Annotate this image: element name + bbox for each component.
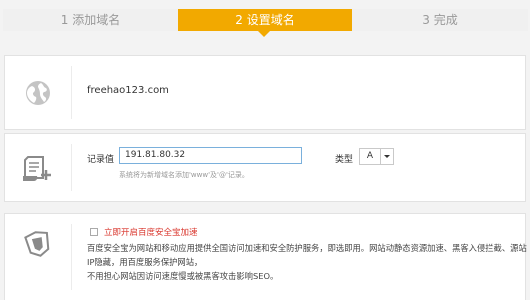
domain-card: freehao123.com bbox=[4, 55, 526, 130]
step-1: 1 添加域名 bbox=[3, 9, 178, 31]
step-3: 3 完成 bbox=[352, 9, 528, 31]
type-label: 类型 bbox=[335, 155, 354, 165]
shield-icon bbox=[5, 214, 71, 274]
description-line: 不用担心网站因访问速度慢或被黑客攻击影响SEO。 bbox=[87, 271, 279, 281]
record-type-value: A bbox=[366, 151, 374, 161]
record-card: 记录值 191.81.80.32 系统将为新增域名添加'www'及'@'记录。 … bbox=[4, 133, 526, 202]
description-line: 百度安全宝为网站和移动应用提供全国访问加速和安全防护服务，即选即用。网站动静态资… bbox=[87, 243, 527, 253]
active-step-pointer bbox=[258, 31, 270, 37]
record-value-label: 记录值 bbox=[87, 155, 115, 165]
card-divider bbox=[71, 66, 72, 119]
chevron-down-icon[interactable] bbox=[380, 149, 393, 164]
record-value-input[interactable]: 191.81.80.32 bbox=[119, 147, 302, 164]
card-divider bbox=[71, 224, 72, 290]
step-2-active: 2 设置域名 bbox=[178, 9, 352, 31]
enable-acceleration-checkbox[interactable] bbox=[90, 228, 98, 236]
domain-name: freehao123.com bbox=[87, 85, 169, 96]
description-line: IP隐藏，用百度服务保护网站， bbox=[87, 257, 203, 267]
card-divider bbox=[71, 144, 72, 191]
step-progress: 1 添加域名 2 设置域名 3 完成 bbox=[0, 0, 530, 37]
security-card: 立即开启百度安全宝加速 百度安全宝为网站和移动应用提供全国访问加速和安全防护服务… bbox=[4, 213, 527, 300]
record-type-select[interactable]: A bbox=[359, 148, 394, 165]
security-description: 百度安全宝为网站和移动应用提供全国访问加速和安全防护服务，即选即用。网站动静态资… bbox=[87, 241, 527, 283]
globe-icon bbox=[5, 56, 71, 129]
record-hint: 系统将为新增域名添加'www'及'@'记录。 bbox=[119, 171, 249, 179]
document-add-icon bbox=[5, 134, 71, 201]
enable-acceleration-label[interactable]: 立即开启百度安全宝加速 bbox=[104, 226, 198, 238]
